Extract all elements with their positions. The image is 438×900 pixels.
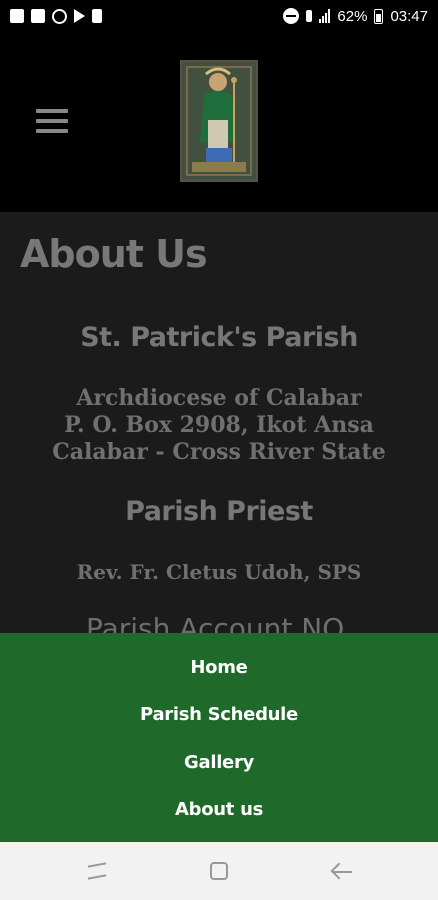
- battery-icon: [374, 8, 384, 24]
- back-icon[interactable]: [330, 860, 354, 884]
- do-not-disturb-icon: [283, 8, 300, 24]
- image-icon: [10, 9, 24, 23]
- parish-name: St. Patrick's Parish: [80, 322, 358, 353]
- address-line-1: Archdiocese of Calabar: [76, 385, 362, 411]
- clock: 03:47: [390, 7, 428, 25]
- recents-icon[interactable]: [86, 860, 110, 884]
- priest-name: Rev. Fr. Cletus Udoh, SPS: [76, 560, 362, 584]
- mail-icon: [31, 9, 45, 23]
- bottom-menu: Home Parish Schedule Gallery About us: [0, 633, 438, 842]
- menu-item-gallery[interactable]: Gallery: [0, 752, 438, 773]
- saint-patrick-image: [182, 62, 256, 180]
- header: [0, 32, 438, 212]
- menu-item-home[interactable]: Home: [0, 657, 438, 678]
- data-icon: [306, 10, 313, 22]
- priest-heading: Parish Priest: [125, 496, 313, 527]
- play-store-icon: [74, 9, 85, 23]
- signal-icon: [319, 9, 331, 23]
- system-nav-bar: [0, 842, 438, 900]
- page-title: About Us: [20, 232, 208, 276]
- clipboard-icon: [92, 9, 102, 23]
- parish-address: Archdiocese of Calabar P. O. Box 2908, I…: [0, 385, 438, 466]
- hamburger-menu-icon[interactable]: [36, 109, 68, 133]
- parish-logo: [180, 60, 258, 182]
- sync-icon: [52, 8, 67, 24]
- status-bar: 62% 03:47: [0, 0, 438, 32]
- address-line-3: Calabar - Cross River State: [52, 439, 386, 465]
- status-system-icons: 62% 03:47: [283, 8, 428, 25]
- address-line-2: P. O. Box 2908, Ikot Ansa: [64, 412, 374, 438]
- battery-percent: 62%: [337, 7, 368, 25]
- status-notification-icons: [10, 8, 102, 24]
- home-icon[interactable]: [208, 860, 232, 884]
- menu-item-about-us[interactable]: About us: [0, 799, 438, 820]
- menu-item-parish-schedule[interactable]: Parish Schedule: [0, 704, 438, 725]
